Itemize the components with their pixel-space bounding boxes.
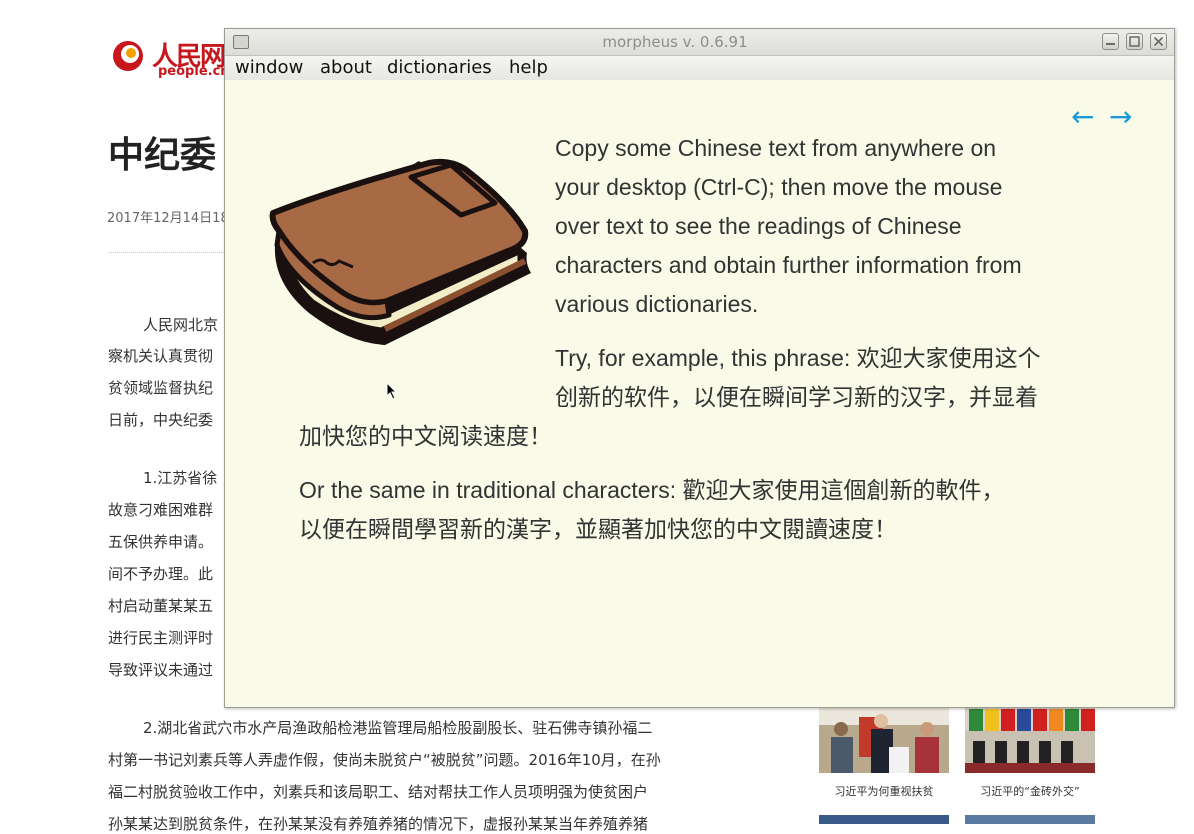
article-paragraph: 进行民主测评时 (108, 629, 214, 647)
traditional-line: Or the same in traditional characters: 歡… (299, 477, 1005, 503)
thumbnail-caption[interactable]: 习近平为何重视扶贫 (819, 783, 949, 799)
example-line: 创新的软件，以便在瞬间学习新的汉字，并显着 (555, 384, 1038, 410)
divider (108, 252, 228, 253)
article-paragraph: 1.江苏省徐 (143, 469, 218, 487)
intro-line: characters and obtain further informatio… (555, 252, 1022, 278)
intro-line: your desktop (Ctrl-C); then move the mou… (555, 174, 1003, 200)
maximize-icon[interactable] (1126, 33, 1143, 50)
article-paragraph: 日前，中央纪委 (108, 411, 214, 429)
news-thumbnail[interactable] (965, 815, 1095, 824)
morpheus-window: morpheus v. 0.6.91 window about dictiona… (224, 28, 1175, 708)
example-line: Try, for example, this phrase: 欢迎大家使用这个 (555, 345, 1041, 371)
article-date: 2017年12月14日18 (107, 211, 229, 226)
intro-line: over text to see the readings of Chinese (555, 213, 962, 239)
back-arrow-icon[interactable]: ← (1071, 103, 1094, 131)
article-paragraph: 导致评议未通过 (108, 661, 214, 679)
article-paragraph: 贫领域监督执纪 (108, 379, 214, 397)
article-paragraph: 村启动董某某五 (108, 597, 214, 615)
menu-about[interactable]: about (320, 57, 372, 78)
menu-bar: window about dictionaries help (225, 56, 1174, 80)
intro-line: Copy some Chinese text from anywhere on (555, 135, 997, 161)
article-paragraph: 村第一书记刘素兵等人弄虚作假，使尚未脱贫户“被脱贫”问题。2016年10月，在孙 (108, 751, 661, 769)
close-icon[interactable] (1150, 33, 1167, 50)
intro-line: various dictionaries. (555, 291, 759, 317)
logo-text-en: people.cn (158, 64, 230, 79)
people-cn-logo[interactable]: 人民网 people.cn (110, 36, 230, 84)
news-thumbnail[interactable] (819, 815, 949, 824)
example-line: 加快您的中文阅读速度！ (299, 423, 552, 449)
title-bar[interactable]: morpheus v. 0.6.91 (225, 29, 1174, 56)
window-title: morpheus v. 0.6.91 (602, 33, 748, 51)
people-logo-icon (113, 41, 143, 71)
article-paragraph: 2.湖北省武穴市水产局渔政船检港监管理局船检股副股长、驻石佛寺镇孙福二 (143, 719, 653, 737)
news-thumbnail[interactable] (819, 707, 949, 773)
article-paragraph: 间不予办理。此 (108, 565, 214, 583)
article-paragraph: 五保供养申请。 (108, 533, 214, 551)
article-paragraph: 察机关认真贯彻 (108, 347, 214, 365)
book-icon (269, 158, 531, 345)
article-title: 中纪委 (108, 135, 217, 176)
article-paragraph: 福二村脱贫验收工作中，刘素兵和该局职工、结对帮扶工作人员项明强为使贫困户 (108, 783, 649, 801)
article-paragraph: 故意刁难困难群 (108, 501, 214, 519)
news-thumbnail[interactable] (965, 707, 1095, 773)
minimize-icon[interactable] (1102, 33, 1119, 50)
news-photo (819, 707, 949, 773)
forward-arrow-icon[interactable]: → (1109, 103, 1132, 131)
traditional-line: 以便在瞬間學習新的漢字，並顯著加快您的中文閱讀速度！ (299, 516, 897, 542)
thumbnail-caption[interactable]: 习近平的“金砖外交” (965, 783, 1095, 799)
article-paragraph: 人民网北京 (143, 316, 219, 334)
menu-help[interactable]: help (509, 57, 548, 78)
menu-dictionaries[interactable]: dictionaries (387, 57, 492, 78)
mouse-cursor-icon (386, 382, 398, 400)
news-photo (965, 707, 1095, 773)
menu-window[interactable]: window (235, 57, 303, 78)
